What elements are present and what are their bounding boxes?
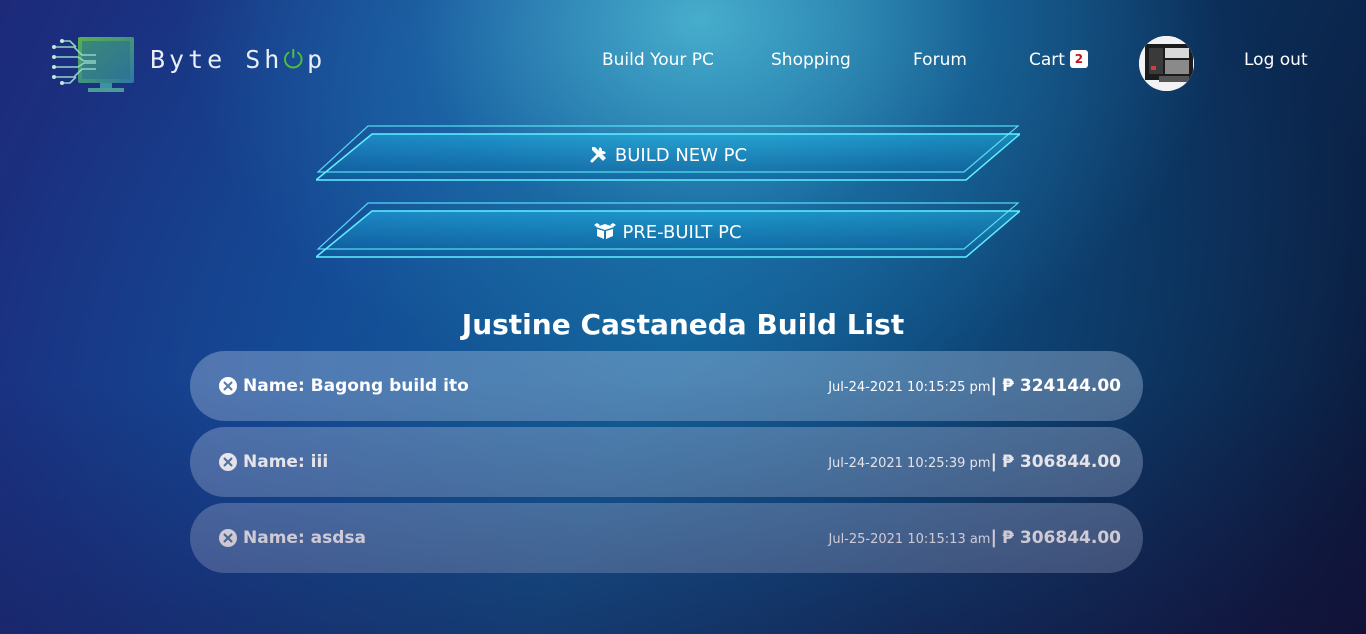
list-item[interactable]: Name: asdsa Jul-25-2021 10:15:13 am| ₱ 3… (190, 503, 1143, 573)
build-date: Jul-25-2021 10:15:13 am (828, 532, 991, 547)
separator: | (990, 451, 998, 472)
brand-text: Byte Sh (150, 45, 284, 74)
page-title: Justine Castaneda Build List (461, 308, 905, 341)
nav-cart-label: Cart (1029, 50, 1065, 70)
separator: | (990, 527, 998, 548)
nav-shopping[interactable]: Shopping (771, 50, 851, 70)
tools-icon (589, 144, 609, 169)
build-price: ₱ 306844.00 (1002, 528, 1121, 548)
cart-count-badge: 2 (1069, 50, 1088, 68)
build-date: Jul-24-2021 10:15:25 pm (828, 380, 991, 395)
build-new-pc-label: BUILD NEW PC (614, 145, 748, 166)
pre-built-pc-label: PRE-BUILT PC (622, 222, 742, 243)
build-new-pc-button[interactable]: BUILD NEW PC (316, 124, 1020, 188)
build-meta: Jul-24-2021 10:25:39 pm| ₱ 306844.00 (828, 451, 1121, 472)
build-meta: Jul-24-2021 10:15:25 pm| ₱ 324144.00 (828, 375, 1121, 396)
list-item[interactable]: Name: iii Jul-24-2021 10:25:39 pm| ₱ 306… (190, 427, 1143, 497)
nav-build-your-pc[interactable]: Build Your PC (602, 50, 714, 70)
nav-forum[interactable]: Forum (913, 50, 967, 70)
build-name: Name: iii (243, 452, 329, 472)
pre-built-pc-button[interactable]: PRE-BUILT PC (316, 201, 1020, 265)
build-price: ₱ 324144.00 (1002, 376, 1121, 396)
build-name: Name: Bagong build ito (243, 376, 469, 396)
build-date: Jul-24-2021 10:25:39 pm (828, 456, 991, 471)
power-icon: ⏻ (283, 45, 308, 74)
brand-text-tail: p (307, 45, 327, 74)
build-price: ₱ 306844.00 (1002, 452, 1121, 472)
build-name: Name: asdsa (243, 528, 367, 548)
times-circle-icon[interactable] (219, 529, 237, 547)
build-list: Name: Bagong build ito Jul-24-2021 10:15… (190, 351, 1143, 579)
box-open-icon (594, 221, 617, 246)
separator: | (990, 375, 998, 396)
nav-log-out[interactable]: Log out (1244, 50, 1308, 70)
times-circle-icon[interactable] (219, 453, 237, 471)
times-circle-icon[interactable] (219, 377, 237, 395)
list-item[interactable]: Name: Bagong build ito Jul-24-2021 10:15… (190, 351, 1143, 421)
logo-monitor-circuit-icon[interactable] (52, 35, 136, 95)
brand-name[interactable]: Byte Sh⏻p (150, 45, 326, 75)
avatar[interactable] (1139, 36, 1194, 91)
nav-cart[interactable]: Cart 2 (1029, 50, 1088, 70)
build-meta: Jul-25-2021 10:15:13 am| ₱ 306844.00 (829, 527, 1122, 548)
